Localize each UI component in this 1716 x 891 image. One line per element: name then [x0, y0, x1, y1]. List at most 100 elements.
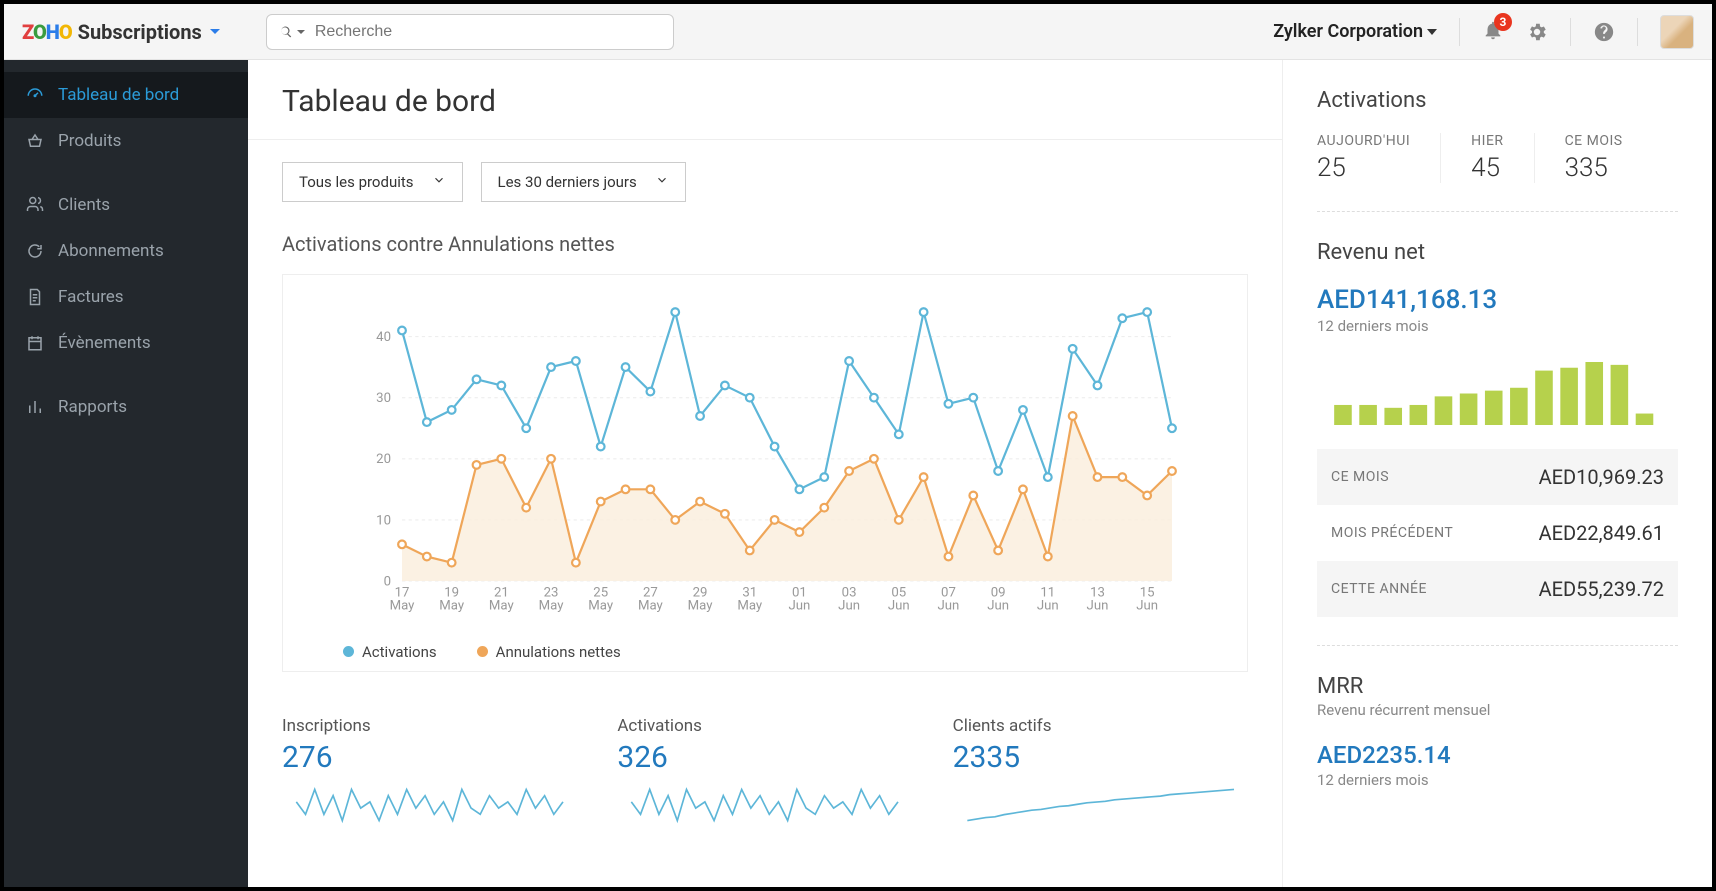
sidebar-item-dashboard[interactable]: Tableau de bord [4, 72, 248, 118]
sidebar-item-products[interactable]: Produits [4, 118, 248, 164]
sidebar-item-invoices[interactable]: Factures [4, 274, 248, 320]
row-label: CE MOIS [1331, 469, 1389, 485]
legend-item: Annulations nettes [477, 643, 621, 661]
svg-text:Jun: Jun [838, 599, 860, 614]
avatar[interactable] [1660, 15, 1694, 49]
stat-label: Clients actifs [953, 716, 1248, 736]
calendar-icon [26, 334, 44, 352]
right-panel: Activations AUJOURD'HUI 25 HIER 45 CE MO… [1282, 60, 1712, 887]
legend-label: Annulations nettes [496, 643, 621, 661]
row-label: CETTE ANNÉE [1331, 581, 1427, 597]
svg-text:May: May [390, 599, 416, 614]
divider [1459, 18, 1460, 46]
row-label: MOIS PRÉCÉDENT [1331, 525, 1453, 541]
activ-month: CE MOIS 335 [1565, 133, 1653, 183]
activations-title: Activations [1317, 88, 1678, 113]
activ-value: 335 [1565, 153, 1623, 183]
svg-text:May: May [638, 599, 664, 614]
filter-label: Tous les produits [299, 173, 414, 191]
org-selector[interactable]: Zylker Corporation [1273, 21, 1437, 42]
svg-text:40: 40 [376, 330, 391, 345]
filter-period[interactable]: Les 30 derniers jours [481, 162, 686, 202]
org-name: Zylker Corporation [1273, 21, 1423, 42]
legend-label: Activations [362, 643, 437, 661]
revenue-rows: CE MOIS AED10,969.23 MOIS PRÉCÉDENT AED2… [1317, 449, 1678, 617]
chart-card: 01020304017May19May21May23May25May27May2… [282, 274, 1248, 672]
svg-text:Jun: Jun [938, 599, 960, 614]
sidebar-item-reports[interactable]: Rapports [4, 384, 248, 430]
stat-value: 276 [282, 740, 577, 775]
chevron-down-icon [655, 173, 669, 191]
sidebar-item-label: Tableau de bord [58, 85, 179, 105]
sidebar-item-events[interactable]: Évènements [4, 320, 248, 366]
chevron-down-icon [297, 30, 305, 34]
help-icon[interactable] [1593, 21, 1615, 43]
refresh-icon [26, 242, 44, 260]
chevron-down-icon [432, 173, 446, 191]
sidebar-item-label: Abonnements [58, 241, 164, 261]
stat-value: 326 [617, 740, 912, 775]
stat-value: 2335 [953, 740, 1248, 775]
sidebar-item-subscriptions[interactable]: Abonnements [4, 228, 248, 274]
svg-text:Jun: Jun [1136, 599, 1158, 614]
basket-icon [26, 132, 44, 150]
mrr-title: MRR [1317, 674, 1678, 699]
svg-text:May: May [737, 599, 763, 614]
document-icon [26, 288, 44, 306]
svg-text:May: May [539, 599, 565, 614]
activ-label: HIER [1471, 133, 1503, 149]
divider [248, 139, 1282, 140]
activ-label: CE MOIS [1565, 133, 1623, 149]
row-value: AED55,239.72 [1539, 577, 1664, 601]
brand-logo[interactable]: ZOHO Subscriptions [22, 20, 220, 44]
notifications-button[interactable]: 3 [1482, 19, 1504, 45]
svg-text:May: May [439, 599, 465, 614]
sidebar-item-label: Produits [58, 131, 121, 151]
svg-text:Jun: Jun [1087, 599, 1109, 614]
sparkline [953, 785, 1248, 825]
users-icon [26, 196, 44, 214]
sidebar-item-label: Rapports [58, 397, 127, 417]
revenue-title: Revenu net [1317, 240, 1678, 265]
line-chart: 01020304017May19May21May23May25May27May2… [293, 295, 1237, 625]
divider [1317, 211, 1678, 212]
chart-title: Activations contre Annulations nettes [282, 232, 1248, 256]
activ-yesterday: HIER 45 [1471, 133, 1534, 183]
search-input[interactable] [315, 23, 661, 41]
row-value: AED22,849.61 [1539, 521, 1664, 545]
dot-icon [477, 646, 488, 657]
svg-text:May: May [489, 599, 515, 614]
stat-inscriptions: Inscriptions 276 [282, 716, 577, 829]
divider [1317, 645, 1678, 646]
gear-icon[interactable] [1526, 21, 1548, 43]
mrr-value: AED2235.14 [1317, 741, 1678, 769]
svg-text:20: 20 [376, 452, 391, 467]
chart-legend: Activations Annulations nettes [343, 643, 1237, 661]
divider [1637, 18, 1638, 46]
topbar: ZOHO Subscriptions Zylker Corporation 3 [4, 4, 1712, 60]
svg-text:Jun: Jun [888, 599, 910, 614]
mrr-value-subtitle: 12 derniers mois [1317, 771, 1678, 789]
activ-today: AUJOURD'HUI 25 [1317, 133, 1441, 183]
filter-product[interactable]: Tous les produits [282, 162, 463, 202]
caret-down-icon [1427, 29, 1437, 35]
sidebar-item-clients[interactable]: Clients [4, 182, 248, 228]
sidebar-item-label: Factures [58, 287, 124, 307]
legend-item: Activations [343, 643, 437, 661]
notification-badge: 3 [1494, 13, 1512, 31]
top-right: Zylker Corporation 3 [1273, 15, 1694, 49]
stat-label: Activations [617, 716, 912, 736]
activations-row: AUJOURD'HUI 25 HIER 45 CE MOIS 335 [1317, 133, 1678, 183]
main-content: Tableau de bord Tous les produits Les 30… [248, 60, 1282, 887]
sidebar-item-label: Évènements [58, 333, 151, 353]
search-wrap [266, 14, 674, 50]
search-box[interactable] [266, 14, 674, 50]
revenue-row: CE MOIS AED10,969.23 [1317, 449, 1678, 505]
revenue-row: MOIS PRÉCÉDENT AED22,849.61 [1317, 505, 1678, 561]
search-icon [279, 25, 293, 39]
revenue-bar-chart [1317, 355, 1678, 425]
page-title: Tableau de bord [282, 84, 1248, 119]
brand-product: Subscriptions [78, 20, 202, 44]
sidebar: Tableau de bord Produits Clients Abonnem… [4, 60, 248, 887]
activ-label: AUJOURD'HUI [1317, 133, 1410, 149]
